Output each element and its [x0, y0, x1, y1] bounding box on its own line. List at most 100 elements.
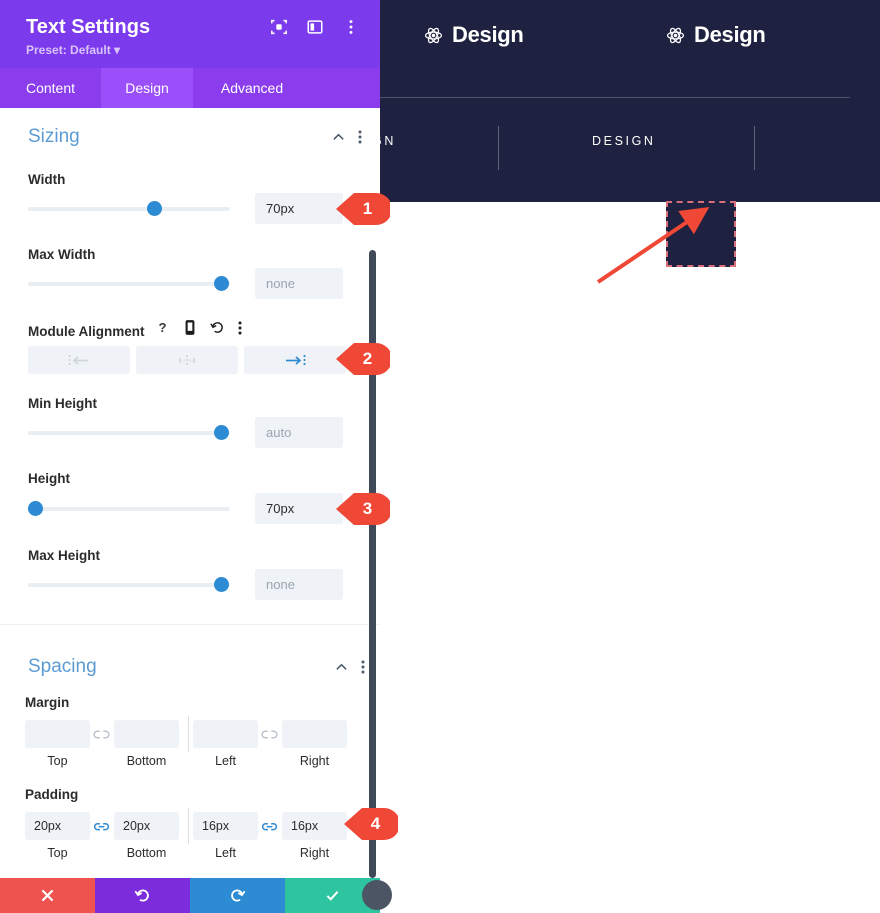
- align-right-button[interactable]: [244, 346, 346, 374]
- callout-number: 1: [362, 199, 373, 218]
- redo-icon: [231, 889, 246, 902]
- undo-button[interactable]: [95, 878, 190, 913]
- margin-bottom-caption: Bottom: [126, 754, 167, 768]
- collapse-chevron-icon[interactable]: [335, 661, 348, 679]
- panel-header: Text Settings Preset: Default ▾: [0, 0, 380, 68]
- spacing-options-icon[interactable]: [361, 660, 365, 679]
- panel-tabs: Content Design Advanced: [0, 68, 380, 108]
- app-screen: Design Design GN DESIGN Text Settings Pr…: [0, 0, 880, 913]
- height-slider-thumb[interactable]: [28, 501, 43, 516]
- section-title-sizing: Sizing: [28, 126, 80, 147]
- callout-2: 2: [334, 340, 392, 378]
- section-title-spacing: Spacing: [28, 656, 97, 677]
- margin-link-horizontal-icon[interactable]: [261, 728, 278, 741]
- max-height-slider-track[interactable]: [28, 577, 230, 592]
- min-height-input[interactable]: auto: [255, 417, 343, 448]
- reset-icon[interactable]: [210, 320, 225, 340]
- preview-nav: GN DESIGN: [372, 126, 880, 170]
- nav-separator: [754, 126, 755, 170]
- collapse-chevron-icon[interactable]: [332, 131, 345, 149]
- padding-left-caption: Left: [215, 846, 236, 860]
- layout-panel-icon[interactable]: [306, 18, 324, 36]
- undo-icon: [134, 889, 149, 902]
- more-vertical-icon[interactable]: [342, 18, 360, 36]
- module-alignment-options-icon[interactable]: [238, 321, 242, 340]
- cancel-button[interactable]: [0, 878, 95, 913]
- preview-divider: [380, 97, 850, 98]
- margin-link-vertical-icon[interactable]: [93, 728, 110, 741]
- label-min-height: Min Height: [28, 396, 97, 411]
- preset-selector[interactable]: Preset: Default ▾: [26, 43, 120, 57]
- margin-right-caption: Right: [299, 754, 330, 768]
- padding-bottom-caption: Bottom: [126, 846, 167, 860]
- label-module-alignment: Module Alignment: [28, 324, 145, 339]
- section-divider: [0, 624, 380, 625]
- redo-button[interactable]: [190, 878, 285, 913]
- height-input[interactable]: 70px: [255, 493, 343, 524]
- module-alignment-tools: ?: [155, 320, 242, 340]
- align-left-button[interactable]: [28, 346, 130, 374]
- margin-group-separator: [188, 716, 189, 752]
- sizing-options-icon[interactable]: [358, 130, 362, 149]
- pointer-arrow-icon: [596, 207, 710, 284]
- page-title: Text Settings: [26, 16, 151, 38]
- max-width-input[interactable]: none: [255, 268, 343, 299]
- align-center-button[interactable]: [136, 346, 238, 374]
- section-sizing-header: Sizing: [0, 108, 380, 164]
- max-height-input[interactable]: none: [255, 569, 343, 600]
- label-margin: Margin: [25, 695, 70, 710]
- padding-link-horizontal-icon[interactable]: [261, 820, 278, 833]
- text-settings-panel: Text Settings Preset: Default ▾ Content …: [0, 0, 380, 913]
- panel-header-actions: [270, 18, 360, 36]
- panel-action-bar: [0, 878, 380, 913]
- module-alignment-buttons: [28, 346, 346, 374]
- padding-top-input[interactable]: 20px: [25, 812, 90, 840]
- callout-number: 3: [362, 499, 373, 518]
- margin-right-input[interactable]: [282, 720, 347, 748]
- min-height-slider-thumb[interactable]: [214, 425, 229, 440]
- check-icon: [326, 890, 339, 901]
- tab-design[interactable]: Design: [101, 68, 193, 108]
- width-slider-thumb[interactable]: [147, 201, 162, 216]
- mobile-device-icon[interactable]: [183, 320, 197, 340]
- nav-separator: [498, 126, 499, 170]
- margin-bottom-input[interactable]: [114, 720, 179, 748]
- callout-1: 1: [334, 190, 392, 228]
- padding-left-input[interactable]: 16px: [193, 812, 258, 840]
- site-logo-text: Design: [452, 22, 524, 47]
- width-slider-track[interactable]: [28, 201, 230, 216]
- atom-icon: [666, 26, 685, 45]
- padding-right-input[interactable]: 16px: [282, 812, 347, 840]
- label-width: Width: [28, 172, 66, 187]
- label-max-width: Max Width: [28, 247, 96, 262]
- max-height-slider-thumb[interactable]: [214, 577, 229, 592]
- max-width-slider-thumb[interactable]: [214, 276, 229, 291]
- tab-content[interactable]: Content: [0, 68, 101, 108]
- site-logo-secondary[interactable]: Design: [666, 22, 766, 48]
- height-slider-track[interactable]: [28, 501, 230, 516]
- floating-action-button[interactable]: [362, 880, 392, 910]
- padding-bottom-input[interactable]: 20px: [114, 812, 179, 840]
- padding-group-separator: [188, 808, 189, 844]
- max-width-slider-track[interactable]: [28, 276, 230, 291]
- margin-left-caption: Left: [215, 754, 236, 768]
- label-max-height: Max Height: [28, 548, 101, 563]
- margin-top-input[interactable]: [25, 720, 90, 748]
- label-padding: Padding: [25, 787, 79, 802]
- help-icon[interactable]: ?: [155, 320, 170, 340]
- nav-item-design[interactable]: DESIGN: [592, 134, 656, 148]
- chevron-down-icon: ▾: [114, 43, 121, 57]
- padding-top-caption: Top: [47, 846, 68, 860]
- callout-4: 4: [342, 805, 400, 843]
- callout-number: 2: [362, 349, 373, 368]
- margin-left-input[interactable]: [193, 720, 258, 748]
- tab-advanced[interactable]: Advanced: [193, 68, 311, 108]
- padding-link-vertical-icon[interactable]: [93, 820, 110, 833]
- site-logo-text: Design: [694, 22, 766, 47]
- width-input[interactable]: 70px: [255, 193, 343, 224]
- focus-target-icon[interactable]: [270, 18, 288, 36]
- padding-right-caption: Right: [299, 846, 330, 860]
- site-logo-primary[interactable]: Design: [424, 22, 524, 48]
- min-height-slider-track[interactable]: [28, 425, 230, 440]
- callout-3: 3: [334, 490, 392, 528]
